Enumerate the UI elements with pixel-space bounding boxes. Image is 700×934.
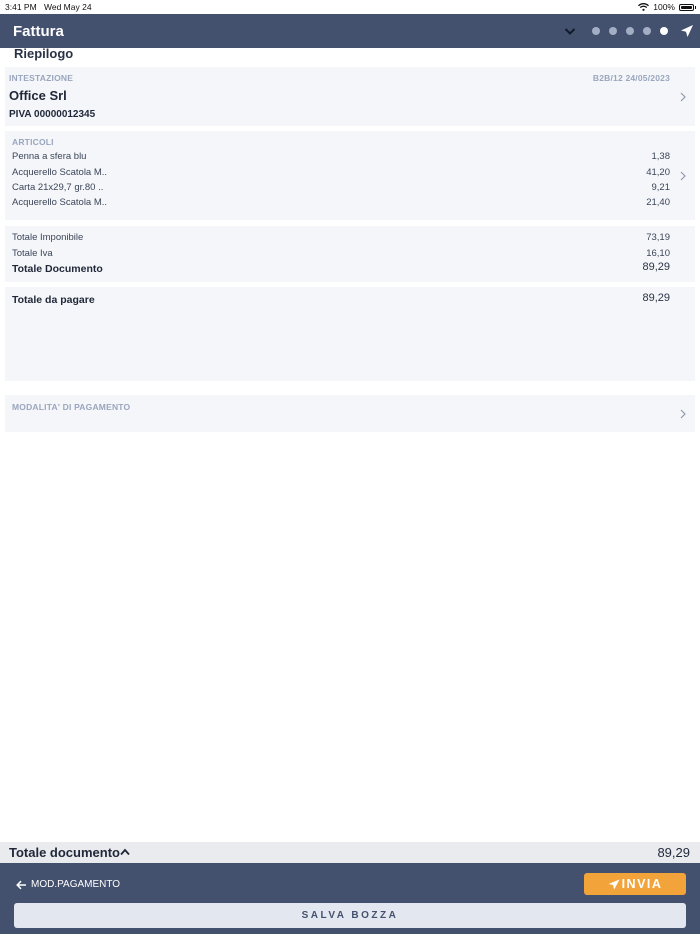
footer-bar: MOD.PAGAMENTO INVIA SALVA BOZZA (0, 863, 700, 934)
bottom-total-bar[interactable]: Totale documento 89,29 (0, 842, 700, 863)
step-dot[interactable] (609, 27, 617, 35)
iva-label: Totale Iva (12, 248, 53, 259)
item-amount: 21,40 (646, 197, 670, 208)
battery-icon (679, 3, 696, 11)
back-label: MOD.PAGAMENTO (31, 879, 121, 890)
step-dot[interactable] (643, 27, 651, 35)
item-amount: 41,20 (646, 167, 670, 178)
send-icon (608, 879, 620, 889)
iva-value: 16,10 (646, 248, 670, 259)
item-name: Acquerello Scatola M.. (12, 167, 108, 178)
totals-card: Totale Imponibile 73,19 Totale Iva 16,10… (5, 226, 695, 282)
step-dot-active[interactable] (660, 27, 668, 35)
step-indicator (592, 27, 668, 35)
pagamento-card[interactable]: MODALITA' DI PAGAMENTO (5, 395, 695, 432)
chevron-down-icon[interactable] (563, 24, 577, 38)
list-item: Acquerello Scatola M.. 21,40 (12, 197, 670, 208)
status-bar: 3:41 PM Wed May 24 100% (0, 0, 700, 14)
list-item: Penna a sfera blu 1,38 (12, 151, 670, 162)
chevron-right-icon (680, 409, 686, 419)
item-amount: 1,38 (651, 151, 671, 162)
item-name: Carta 21x29,7 gr.80 .. (12, 182, 104, 193)
list-item: Acquerello Scatola M.. 41,20 (12, 167, 670, 178)
save-label: SALVA BOZZA (301, 910, 399, 921)
bottom-total-label: Totale documento (9, 845, 120, 860)
salva-bozza-button[interactable]: SALVA BOZZA (14, 903, 686, 928)
list-item: Carta 21x29,7 gr.80 .. 9,21 (12, 182, 670, 193)
da-pagare-row: Totale da pagare 89,29 (12, 292, 670, 306)
documento-row: Totale Documento 89,29 (12, 261, 670, 275)
arrow-left-icon (16, 880, 26, 889)
company-name: Office Srl (9, 88, 67, 103)
da-pagare-card: Totale da pagare 89,29 (5, 287, 695, 381)
item-name: Acquerello Scatola M.. (12, 197, 108, 208)
chevron-right-icon (680, 92, 686, 102)
intestazione-caption: INTESTAZIONE (9, 73, 74, 83)
chevron-right-icon (680, 171, 686, 181)
imponibile-row: Totale Imponibile 73,19 (12, 232, 670, 243)
intestazione-card[interactable]: INTESTAZIONE B2B/12 24/05/2023 Office Sr… (5, 67, 695, 126)
invia-button[interactable]: INVIA (584, 873, 686, 895)
step-dot[interactable] (592, 27, 600, 35)
bottom-total-value: 89,29 (657, 845, 690, 860)
status-time: 3:41 PM (5, 2, 37, 12)
status-right: 100% (638, 2, 696, 12)
doc-reference: B2B/12 24/05/2023 (592, 73, 670, 83)
pagamento-caption: MODALITA' DI PAGAMENTO (12, 402, 131, 412)
da-pagare-label: Totale da pagare (12, 294, 95, 306)
documento-label: Totale Documento (12, 263, 103, 275)
documento-value: 89,29 (642, 261, 670, 273)
item-amount: 9,21 (651, 182, 671, 193)
iva-row: Totale Iva 16,10 (12, 248, 670, 259)
step-dot[interactable] (626, 27, 634, 35)
vat-number: PIVA 00000012345 (9, 109, 96, 120)
chevron-up-icon[interactable] (119, 847, 131, 857)
back-mod-pagamento-button[interactable]: MOD.PAGAMENTO (16, 879, 120, 890)
battery-percent: 100% (653, 2, 675, 12)
wifi-icon (638, 3, 650, 11)
app-header: Fattura (0, 14, 700, 48)
articoli-card[interactable]: ARTICOLI Penna a sfera blu 1,38 Acquerel… (5, 131, 695, 220)
imponibile-label: Totale Imponibile (12, 232, 84, 243)
imponibile-value: 73,19 (646, 232, 670, 243)
da-pagare-value: 89,29 (642, 292, 670, 304)
item-name: Penna a sfera blu (12, 151, 87, 162)
status-date: Wed May 24 (44, 2, 92, 12)
invia-label: INVIA (621, 877, 663, 891)
articoli-caption: ARTICOLI (12, 137, 54, 147)
section-title: Riepilogo (14, 46, 74, 61)
send-icon[interactable] (680, 24, 694, 38)
page-title: Fattura (13, 23, 64, 40)
